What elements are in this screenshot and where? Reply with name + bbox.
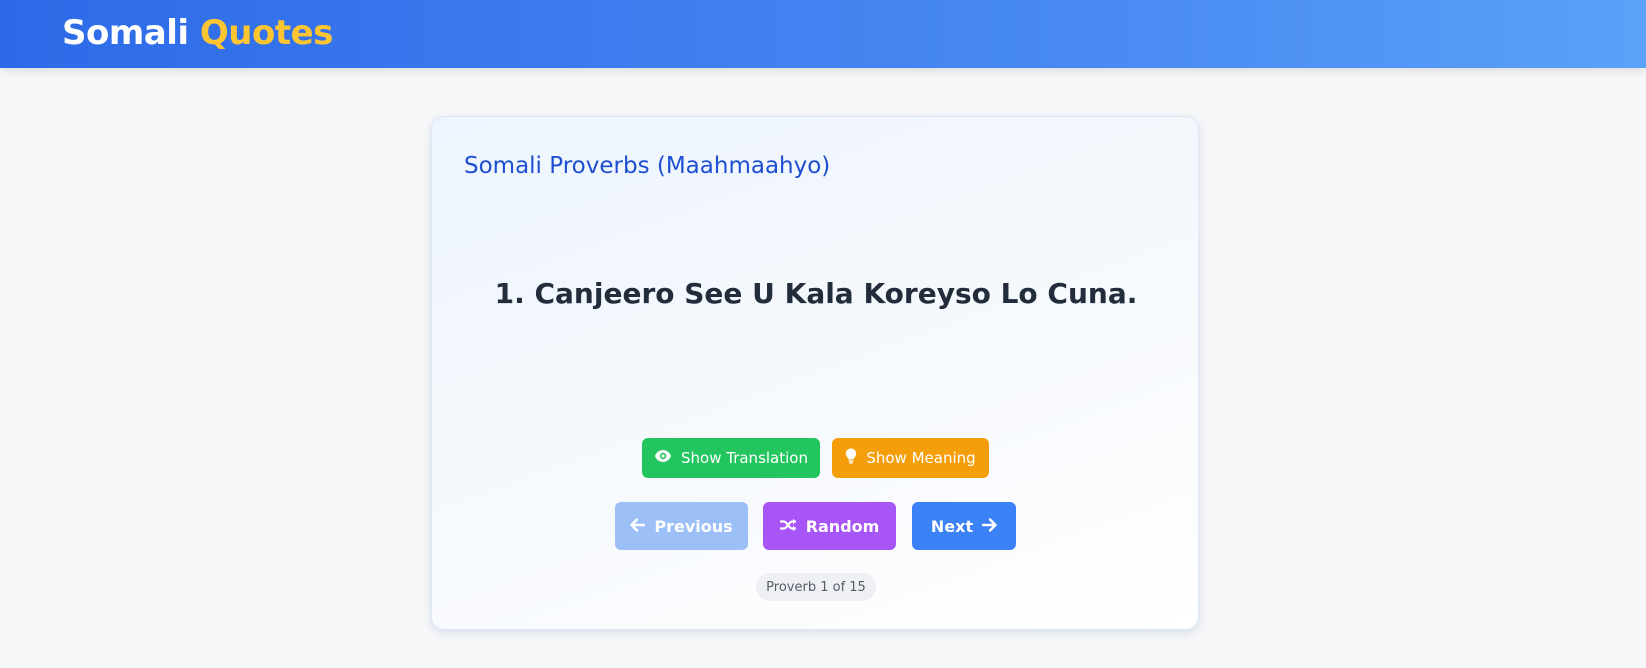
card-title: Somali Proverbs (Maahmaahyo): [464, 153, 831, 179]
shuffle-icon: [779, 517, 797, 536]
arrow-right-icon: [981, 517, 997, 536]
proverb-text: 1. Canjeero See U Kala Koreyso Lo Cuna.: [494, 277, 1138, 310]
logo-main-text: Somali: [62, 13, 189, 53]
next-button[interactable]: Next: [912, 502, 1016, 550]
site-logo[interactable]: Somali Quotes: [62, 13, 333, 53]
arrow-left-icon: [630, 517, 646, 536]
proverb-card: Somali Proverbs (Maahmaahyo) 1. Canjeero…: [431, 116, 1199, 630]
show-meaning-button[interactable]: Show Meaning: [832, 438, 989, 478]
top-header: Somali Quotes: [0, 0, 1646, 68]
random-button[interactable]: Random: [763, 502, 896, 550]
previous-label: Previous: [654, 516, 733, 536]
lightbulb-icon: [845, 448, 857, 468]
eye-icon: [654, 449, 672, 467]
previous-button[interactable]: Previous: [615, 502, 748, 550]
next-label: Next: [930, 516, 974, 536]
show-meaning-label: Show Meaning: [866, 449, 976, 467]
show-translation-button[interactable]: Show Translation: [642, 438, 820, 478]
random-label: Random: [805, 516, 880, 536]
show-translation-label: Show Translation: [681, 449, 808, 467]
logo-accent-text: Quotes: [199, 13, 334, 53]
proverb-counter: Proverb 1 of 15: [756, 573, 876, 601]
